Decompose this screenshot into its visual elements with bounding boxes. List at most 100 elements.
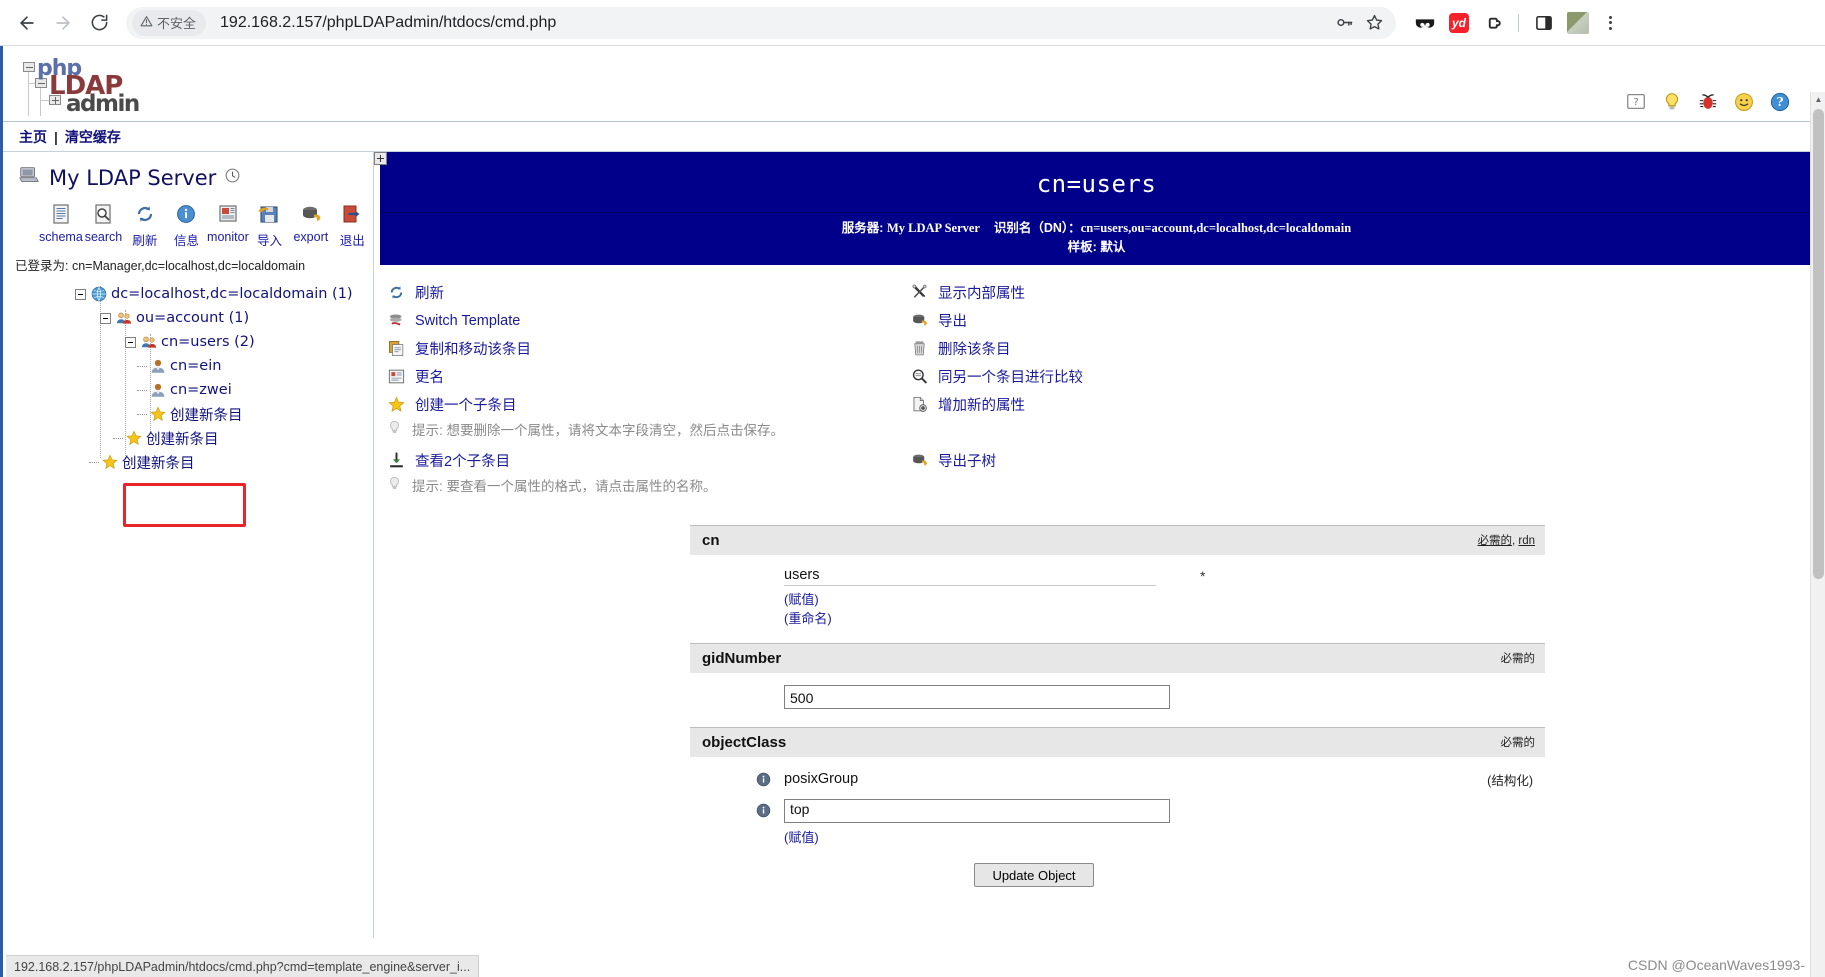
- action-label[interactable]: 导出: [938, 310, 967, 331]
- reload-icon[interactable]: [82, 6, 116, 40]
- action-export-subtree[interactable]: 导出子树: [909, 447, 1342, 475]
- quick-icon-search[interactable]: search: [83, 201, 124, 249]
- gidnumber-input[interactable]: 500: [784, 684, 1170, 709]
- scrollbar-thumb[interactable]: [1813, 109, 1824, 579]
- globe-icon: [90, 285, 108, 303]
- tree-node-label: cn=zwei: [170, 382, 232, 398]
- action-label[interactable]: 更名: [415, 366, 444, 387]
- quick-icon-label: export: [293, 230, 329, 244]
- tree-connector: [137, 413, 147, 415]
- attribute-body-objectclass: posixGroup (结构化) top (赋值): [690, 757, 1545, 852]
- header-icon-bar: ? ?: [1625, 91, 1791, 113]
- action-add-attribute[interactable]: 增加新的属性: [909, 391, 1342, 419]
- watermark: CSDN @OceanWaves1993-: [1627, 957, 1805, 973]
- quick-icon-export[interactable]: export: [290, 201, 331, 249]
- action-label[interactable]: 创建一个子条目: [415, 394, 517, 415]
- star-new-icon: [125, 429, 143, 447]
- scroll-up-arrow-icon[interactable]: ▲: [1811, 92, 1825, 107]
- action-switch-template[interactable]: Switch Template: [386, 307, 882, 335]
- action-compare-entry[interactable]: 同另一个条目进行比较: [909, 363, 1342, 391]
- objectclass-top-input[interactable]: top: [784, 798, 1170, 823]
- clock-icon[interactable]: [224, 167, 241, 189]
- nav-purge-cache-link[interactable]: 清空缓存: [65, 127, 121, 147]
- quick-icon-monitor[interactable]: monitor: [207, 201, 249, 249]
- side-panel-icon[interactable]: [1529, 8, 1559, 38]
- collapse-expander-icon[interactable]: [125, 336, 136, 348]
- action-label[interactable]: 增加新的属性: [938, 394, 1025, 415]
- tree-node-label: 创建新条目: [122, 455, 195, 472]
- security-status-chip[interactable]: 不安全: [132, 9, 207, 36]
- info-help-icon[interactable]: ?: [1769, 91, 1791, 113]
- action-export[interactable]: 导出: [909, 307, 1342, 335]
- action-label[interactable]: Switch Template: [415, 313, 520, 329]
- attribute-name[interactable]: gidNumber: [702, 650, 781, 667]
- quick-icon-schema[interactable]: schema: [39, 201, 83, 249]
- extensions-puzzle-icon[interactable]: [1478, 8, 1508, 38]
- action-label[interactable]: 同另一个条目进行比较: [938, 366, 1083, 387]
- quick-icon-info[interactable]: 信息: [166, 201, 207, 249]
- action-refresh[interactable]: 刷新: [386, 279, 882, 307]
- star-icon[interactable]: [1360, 9, 1388, 37]
- sub-link-rename[interactable]: (重命名): [784, 609, 1545, 629]
- tree-node-cn-zwei[interactable]: cn=zwei: [3, 378, 373, 402]
- attribute-name[interactable]: cn: [702, 532, 720, 549]
- sub-link-assign[interactable]: (赋值): [784, 590, 1545, 610]
- attribute-name[interactable]: objectClass: [702, 734, 786, 751]
- glasses-extension-icon[interactable]: [1410, 8, 1440, 38]
- yd-extension-icon[interactable]: yd: [1444, 8, 1474, 38]
- action-create-child-entry[interactable]: 创建一个子条目: [386, 391, 882, 419]
- attribute-body-cn: users * (赋值) (重命名): [690, 555, 1545, 633]
- attributes-table: cn 必需的, rdn users * (赋值) (重命名) gidNumber…: [690, 524, 1545, 887]
- action-label[interactable]: 复制和移动该条目: [415, 338, 531, 359]
- schema-icon: [49, 201, 73, 227]
- profile-avatar-icon[interactable]: [1563, 8, 1593, 38]
- tree-node-create-new-entry-2[interactable]: 创建新条目: [3, 426, 373, 450]
- tree-node-create-new-entry-1[interactable]: 创建新条目: [3, 450, 373, 474]
- key-icon[interactable]: [1330, 9, 1358, 37]
- security-status-label: 不安全: [157, 16, 197, 31]
- tree-node-label: ou=account (1): [136, 310, 250, 326]
- attribute-sub-links-objectclass: (赋值): [784, 828, 1545, 848]
- lightbulb-hint-icon[interactable]: [1661, 91, 1683, 113]
- expand-panel-icon[interactable]: [374, 152, 387, 165]
- sub-link-assign[interactable]: (赋值): [784, 828, 1545, 848]
- url-text[interactable]: 192.168.2.157/phpLDAPadmin/htdocs/cmd.ph…: [220, 14, 1330, 32]
- action-label[interactable]: 显示内部属性: [938, 282, 1025, 303]
- action-label[interactable]: 删除该条目: [938, 338, 1011, 359]
- template-value: 默认: [1100, 239, 1126, 254]
- action-show-internal-attributes[interactable]: 显示内部属性: [909, 279, 1342, 307]
- collapse-expander-icon[interactable]: [100, 312, 111, 324]
- tree-node-cn-users[interactable]: cn=users (2): [3, 330, 373, 354]
- page-scrollbar[interactable]: ▲ ▼: [1810, 92, 1825, 977]
- address-bar[interactable]: 不安全 192.168.2.157/phpLDAPadmin/htdocs/cm…: [126, 6, 1396, 39]
- info-icon[interactable]: [755, 802, 772, 819]
- tree-node-cn-ein[interactable]: cn=ein: [3, 354, 373, 378]
- tree-node-label: 创建新条目: [170, 407, 243, 424]
- tree-node-ou-account[interactable]: ou=account (1): [3, 306, 373, 330]
- action-copy-move[interactable]: 复制和移动该条目: [386, 335, 882, 363]
- tree-node-create-new-entry-3[interactable]: 创建新条目: [3, 402, 373, 426]
- action-label[interactable]: 导出子树: [938, 450, 996, 471]
- update-object-button[interactable]: Update Object: [974, 863, 1094, 887]
- quick-icon-refresh[interactable]: 刷新: [124, 201, 165, 249]
- smiley-face-icon[interactable]: [1733, 91, 1755, 113]
- tree-node-root[interactable]: dc=localhost,dc=localdomain (1): [3, 282, 373, 306]
- action-view-children[interactable]: 查看2个子条目: [386, 447, 882, 475]
- ldap-tree: dc=localhost,dc=localdomain (1) ou=accou…: [3, 274, 373, 474]
- help-question-icon[interactable]: ?: [1625, 91, 1647, 113]
- nav-home-link[interactable]: 主页: [19, 127, 47, 147]
- quick-icon-import[interactable]: 导入: [249, 201, 290, 249]
- quick-icon-logout[interactable]: 退出: [332, 201, 373, 249]
- three-dot-menu-icon[interactable]: [1597, 10, 1623, 36]
- attribute-header-objectclass: objectClass 必需的: [690, 726, 1545, 757]
- back-arrow-icon[interactable]: [10, 6, 44, 40]
- tree-connector: [137, 389, 147, 391]
- action-rename[interactable]: 更名: [386, 363, 882, 391]
- action-delete-entry[interactable]: 删除该条目: [909, 335, 1342, 363]
- info-icon[interactable]: [755, 771, 772, 788]
- action-label[interactable]: 刷新: [415, 282, 444, 303]
- bug-report-icon[interactable]: [1697, 91, 1719, 113]
- forward-arrow-icon[interactable]: [46, 6, 80, 40]
- collapse-expander-icon[interactable]: [75, 288, 86, 300]
- action-label[interactable]: 查看2个子条目: [415, 450, 510, 471]
